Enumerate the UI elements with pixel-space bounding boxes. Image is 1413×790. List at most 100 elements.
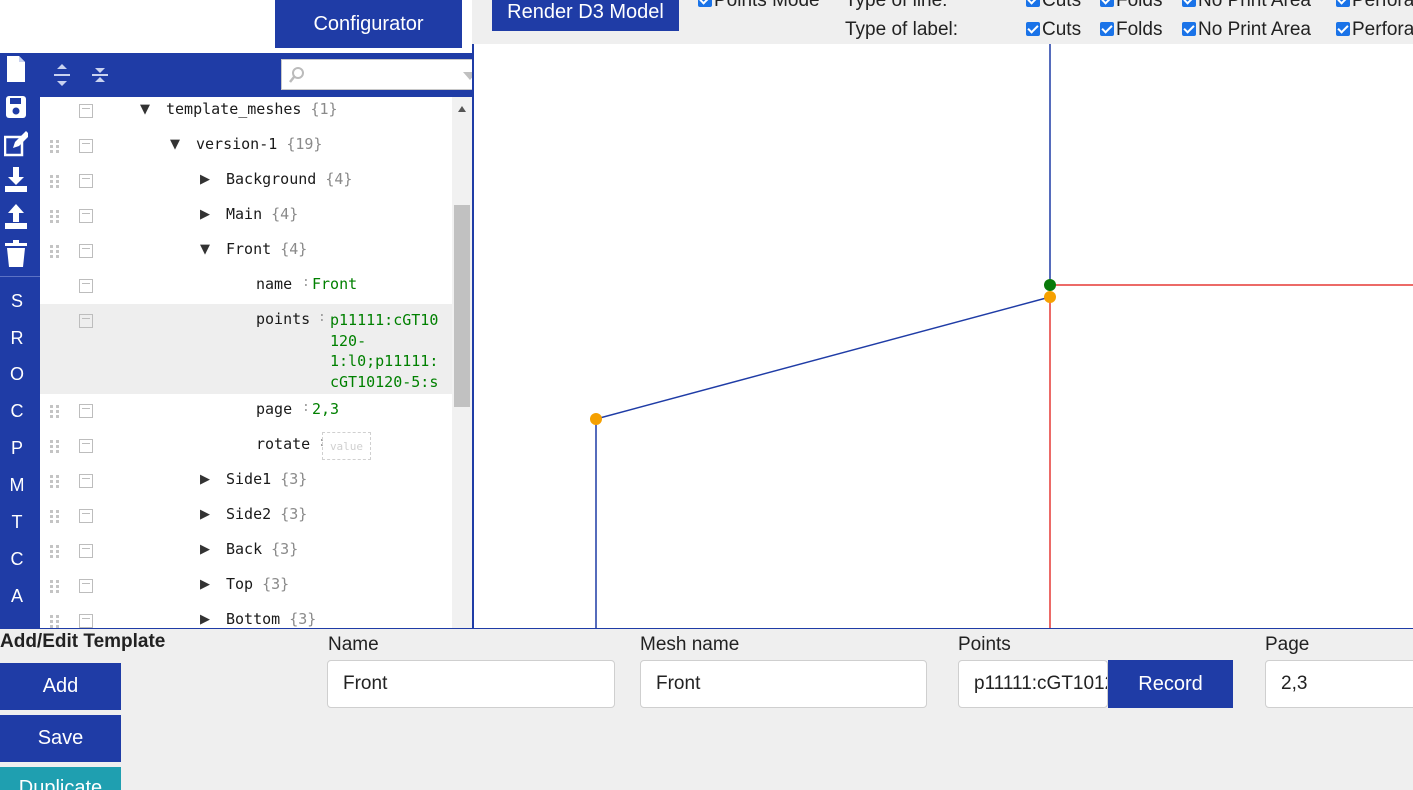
drag-handle-icon[interactable] — [50, 545, 60, 559]
new-file-icon[interactable] — [4, 55, 28, 83]
configurator-button[interactable]: Configurator — [275, 0, 462, 48]
drag-handle-icon[interactable] — [50, 475, 60, 489]
context-menu-icon[interactable] — [79, 404, 93, 418]
drag-handle-icon[interactable] — [50, 510, 60, 524]
tree-value[interactable]: 2,3 — [312, 400, 339, 418]
rail-letter-a[interactable]: A — [0, 586, 34, 607]
context-menu-icon[interactable] — [79, 314, 93, 328]
line-cuts-checkbox[interactable] — [1026, 0, 1040, 7]
mesh-point[interactable] — [590, 413, 602, 425]
add-button[interactable]: Add — [0, 663, 121, 710]
scroll-thumb[interactable] — [454, 205, 470, 407]
context-menu-icon[interactable] — [79, 474, 93, 488]
tree-node-side2[interactable]: ▶ Side2 {3} — [40, 499, 452, 534]
context-menu-icon[interactable] — [79, 104, 93, 118]
download-icon[interactable] — [4, 166, 28, 194]
expand-toggle-icon[interactable]: ▼ — [140, 102, 150, 117]
rail-letter-r[interactable]: R — [0, 328, 34, 349]
tree-node-bottom[interactable]: ▶ Bottom {3} — [40, 604, 452, 628]
points-mode-checkbox[interactable] — [698, 0, 712, 7]
expand-toggle-icon[interactable]: ▶ — [200, 577, 210, 592]
tree-value[interactable]: p11111:cGT10 120- 1:l0;p11111: cGT10120-… — [330, 310, 438, 392]
line-perforation-checkbox[interactable] — [1336, 0, 1350, 7]
tree-node-version-1[interactable]: ▼ version-1 {19} — [40, 129, 452, 164]
drag-handle-icon[interactable] — [50, 140, 60, 154]
d3-canvas[interactable] — [472, 44, 1413, 628]
expand-toggle-icon[interactable]: ▶ — [200, 507, 210, 522]
drag-handle-icon[interactable] — [50, 440, 60, 454]
label-perforation-label: Perfora — [1352, 19, 1413, 40]
save-icon[interactable] — [4, 93, 28, 121]
tree-node-top[interactable]: ▶ Top {3} — [40, 569, 452, 604]
context-menu-icon[interactable] — [79, 139, 93, 153]
render-d3-model-button[interactable]: Render D3 Model — [492, 0, 679, 31]
line-no-print-area-checkbox[interactable] — [1182, 0, 1196, 7]
drag-handle-icon[interactable] — [50, 245, 60, 259]
page-field[interactable]: 2,3 — [1265, 660, 1413, 708]
context-menu-icon[interactable] — [79, 579, 93, 593]
tree-value-empty[interactable]: value — [322, 432, 371, 460]
rail-letter-p[interactable]: P — [0, 438, 34, 459]
tree-scrollbar[interactable] — [452, 97, 472, 628]
tree-node-back[interactable]: ▶ Back {3} — [40, 534, 452, 569]
search-input[interactable] — [310, 63, 450, 87]
tree-field-page[interactable]: page : 2,3 — [40, 394, 452, 429]
mesh-point[interactable] — [1044, 291, 1056, 303]
context-menu-icon[interactable] — [79, 509, 93, 523]
name-field[interactable]: Front — [327, 660, 615, 708]
duplicate-button[interactable]: Duplicate — [0, 767, 121, 790]
rail-letter-t[interactable]: T — [0, 512, 34, 533]
tree-value[interactable]: Front — [312, 275, 357, 293]
tree-field-name[interactable]: name : Front — [40, 269, 452, 304]
label-cuts-checkbox[interactable] — [1026, 22, 1040, 36]
context-menu-icon[interactable] — [79, 614, 93, 628]
expand-toggle-icon[interactable]: ▶ — [200, 207, 210, 222]
label-perforation-checkbox[interactable] — [1336, 22, 1350, 36]
rail-letter-m[interactable]: M — [0, 475, 34, 496]
drag-handle-icon[interactable] — [50, 405, 60, 419]
context-menu-icon[interactable] — [79, 174, 93, 188]
expand-toggle-icon[interactable]: ▼ — [200, 242, 210, 257]
context-menu-icon[interactable] — [79, 244, 93, 258]
expand-toggle-icon[interactable]: ▶ — [200, 612, 210, 627]
rail-letter-s[interactable]: S — [0, 291, 34, 312]
context-menu-icon[interactable] — [79, 439, 93, 453]
tree-node-main[interactable]: ▶ Main {4} — [40, 199, 452, 234]
rail-letter-c[interactable]: C — [0, 401, 34, 422]
label-no-print-area-checkbox[interactable] — [1182, 22, 1196, 36]
tree-node-background[interactable]: ▶ Background {4} — [40, 164, 452, 199]
context-menu-icon[interactable] — [79, 279, 93, 293]
mesh-drawing[interactable] — [474, 44, 1413, 628]
save-button[interactable]: Save — [0, 715, 121, 762]
tree-field-rotate[interactable]: rotate : value — [40, 429, 452, 464]
rail-letter-c2[interactable]: C — [0, 549, 34, 570]
edit-icon[interactable] — [4, 130, 28, 158]
record-button[interactable]: Record — [1108, 660, 1233, 708]
collapse-all-icon[interactable] — [90, 63, 110, 87]
fold-line[interactable] — [595, 296, 1051, 420]
mesh-name-field[interactable]: Front — [640, 660, 927, 708]
context-menu-icon[interactable] — [79, 209, 93, 223]
drag-handle-icon[interactable] — [50, 580, 60, 594]
scroll-up-icon[interactable] — [457, 105, 467, 113]
tree-node-side1[interactable]: ▶ Side1 {3} — [40, 464, 452, 499]
expand-all-icon[interactable] — [52, 63, 72, 87]
drag-handle-icon[interactable] — [50, 615, 60, 628]
context-menu-icon[interactable] — [79, 544, 93, 558]
drag-handle-icon[interactable] — [50, 175, 60, 189]
points-field[interactable]: p11111:cGT10120-1:l0;p11111:cGT10120-5:s — [958, 660, 1108, 708]
tree-node-front[interactable]: ▼ Front {4} — [40, 234, 452, 269]
expand-toggle-icon[interactable]: ▶ — [200, 172, 210, 187]
tree-field-points[interactable]: points : p11111:cGT10 120- 1:l0;p11111: … — [40, 304, 452, 394]
expand-toggle-icon[interactable]: ▶ — [200, 472, 210, 487]
line-folds-checkbox[interactable] — [1100, 0, 1114, 7]
rail-letter-o[interactable]: O — [0, 364, 34, 385]
trash-icon[interactable] — [4, 240, 28, 268]
tree-node-template-meshes[interactable]: ▼ template_meshes {1} — [40, 97, 452, 129]
drag-handle-icon[interactable] — [50, 210, 60, 224]
expand-toggle-icon[interactable]: ▶ — [200, 542, 210, 557]
upload-icon[interactable] — [4, 203, 28, 231]
mesh-point[interactable] — [1044, 279, 1056, 291]
expand-toggle-icon[interactable]: ▼ — [170, 137, 180, 152]
label-folds-checkbox[interactable] — [1100, 22, 1114, 36]
